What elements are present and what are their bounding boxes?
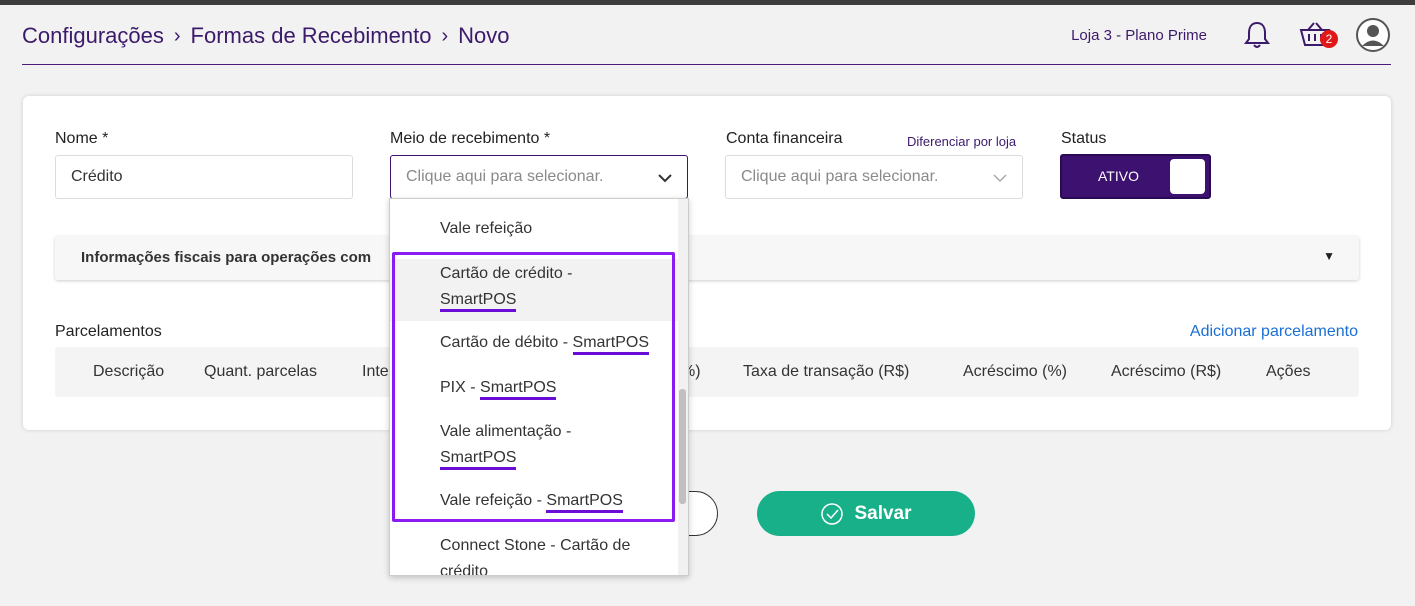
option-label: Vale refeição [440,220,533,237]
breadcrumb-formas-recebimento[interactable]: Formas de Recebimento [191,23,432,49]
parcelamentos-title: Parcelamentos [55,323,162,340]
column-header: Acréscimo (R$) [1111,363,1222,380]
parcelamentos-table-header: Descrição Quant. parcelas Inte %) Taxa d… [55,347,1359,397]
meio-label: Meio de recebimento * [390,130,551,147]
breadcrumb-separator: › [173,24,181,47]
breadcrumb-novo: Novo [458,23,510,48]
adicionar-parcelamento-link[interactable]: Adicionar parcelamento [1190,323,1358,341]
option-tag: SmartPOS [440,449,517,470]
status-label: Status [1061,130,1107,147]
nome-value: Crédito [71,168,123,185]
breadcrumb: Configurações › Formas de Recebimento › … [22,23,509,49]
status-toggle[interactable]: ATIVO [1060,154,1211,199]
option-tag: SmartPOS [440,291,517,312]
meio-dropdown-list[interactable]: Vale refeição Cartão de crédito - SmartP… [389,198,689,576]
avatar[interactable] [1355,17,1391,53]
dropdown-option[interactable]: Connect Stone - Cartão de crédito [390,533,680,576]
option-label: Cartão de débito - [440,334,573,351]
meio-select[interactable]: Clique aqui para selecionar. [390,155,688,199]
basket-icon[interactable]: 2 [1299,20,1338,50]
option-tag: SmartPOS [572,334,649,355]
column-header: Taxa de transação (R$) [743,363,910,380]
column-header: Ações [1266,363,1311,380]
option-tag: SmartPOS [480,379,557,400]
column-header: Descrição [93,363,165,380]
option-label: Cartão de crédito - [440,265,573,282]
dropdown-option[interactable]: Cartão de débito - SmartPOS [390,330,680,356]
toggle-knob [1170,159,1205,194]
status-value: ATIVO [1098,168,1139,184]
store-plan-label[interactable]: Loja 3 - Plano Prime [1071,27,1207,44]
chevron-down-icon [657,170,673,186]
save-label: Salvar [854,502,912,524]
chevron-down-icon [992,170,1008,186]
option-tag: crédito [440,563,489,576]
dropdown-option[interactable]: Vale alimentação - SmartPOS [390,419,680,471]
dropdown-option[interactable]: Vale refeição [390,216,680,242]
form-card: Nome * Crédito Meio de recebimento * Cli… [23,96,1391,430]
dropdown-scrollbar[interactable] [678,199,688,575]
option-label: Vale refeição - [440,492,547,509]
option-label: PIX - [440,379,481,396]
bell-icon[interactable] [1243,20,1271,50]
option-label: Connect Stone - Cartão de [440,537,631,554]
fiscal-title: Informações fiscais para operações com [81,249,372,266]
cart-count-badge: 2 [1320,30,1338,48]
conta-select[interactable]: Clique aqui para selecionar. [725,155,1023,199]
nome-input[interactable]: Crédito [55,155,353,199]
breadcrumb-separator: › [441,24,449,47]
conta-placeholder: Clique aqui para selecionar. [741,168,939,185]
header-actions: Loja 3 - Plano Prime 2 [1071,17,1391,53]
column-header: Inte [362,363,389,380]
fiscal-accordion[interactable]: Informações fiscais para operações com ▼ [55,236,1359,280]
meio-placeholder: Clique aqui para selecionar. [406,168,604,185]
option-label: Vale alimentação - [440,423,572,440]
option-tag: SmartPOS [546,492,623,513]
conta-label: Conta financeira [726,130,843,147]
dropdown-option[interactable]: Vale refeição - SmartPOS [390,488,680,514]
page-header: Configurações › Formas de Recebimento › … [22,5,1391,65]
breadcrumb-configuracoes[interactable]: Configurações [22,23,164,49]
caret-down-icon: ▼ [1323,249,1335,263]
save-button[interactable]: Salvar [757,491,975,536]
column-header: Acréscimo (%) [963,363,1068,380]
column-header: Quant. parcelas [204,363,317,380]
scrollbar-thumb[interactable] [679,389,686,504]
dropdown-option[interactable]: Cartão de crédito - SmartPOS [390,259,680,321]
nome-label: Nome * [55,130,109,147]
dropdown-option[interactable]: PIX - SmartPOS [390,375,680,401]
check-circle-icon [821,502,844,525]
diferenciar-link[interactable]: Diferenciar por loja [907,134,1016,149]
